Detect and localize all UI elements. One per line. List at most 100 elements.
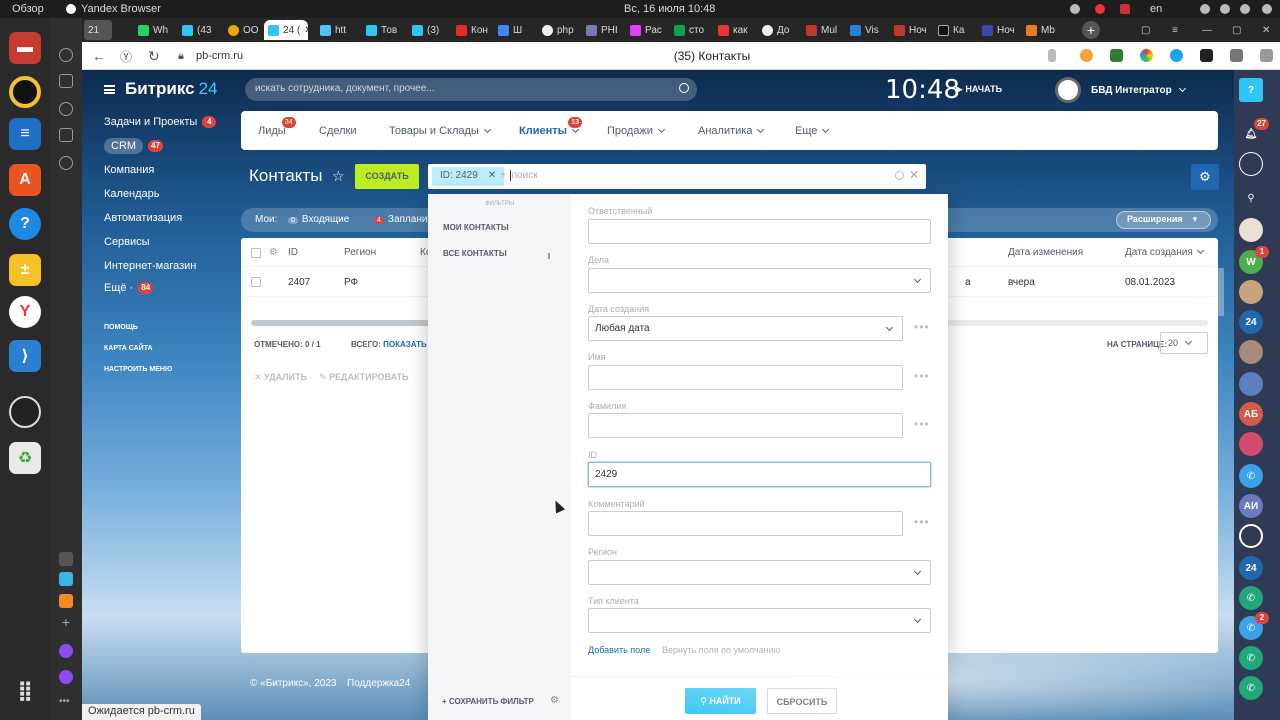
tray-yandex-icon[interactable] [1095, 3, 1105, 15]
lock-icon[interactable]: 🔒︎ [178, 50, 184, 63]
search-icon[interactable] [895, 171, 904, 180]
extension-icon-4[interactable] [1170, 49, 1183, 62]
field-comment[interactable] [588, 511, 903, 536]
software-center-icon[interactable]: A [9, 164, 41, 196]
user-menu[interactable]: БВД Интегратор [1055, 77, 1186, 103]
extension-icon-3[interactable] [1140, 49, 1153, 62]
extension-icon-6[interactable] [1230, 49, 1243, 62]
field-created-date-select[interactable]: Любая дата [588, 316, 903, 341]
messenger-icon[interactable] [1239, 152, 1263, 176]
field-first-name[interactable] [588, 365, 903, 390]
tab-leads[interactable]: Лиды 34 [258, 117, 296, 137]
help-link[interactable]: ПОМОЩЬ [104, 324, 138, 331]
left-menu-item-crm[interactable]: CRM 47 [104, 138, 163, 154]
preset-all-contacts[interactable]: ВСЕ КОНТАКТЫ [443, 249, 507, 258]
tray-language[interactable]: en [1150, 3, 1162, 15]
group-icon[interactable] [1239, 372, 1263, 396]
filter-search-input[interactable]: + поиск [500, 170, 538, 181]
browser-tab[interactable]: Рас [626, 20, 662, 40]
browser-tab[interactable]: PHI [582, 20, 618, 40]
counter-planned[interactable]: 4 Заплани [374, 214, 427, 225]
extensions-button[interactable]: Расширения ▾ [1116, 211, 1211, 229]
phone-icon[interactable]: ✆ [1239, 586, 1263, 610]
field-id[interactable]: 2429 [588, 462, 931, 487]
history-icon[interactable] [59, 48, 73, 62]
browser-tab[interactable]: Vis [846, 20, 882, 40]
sitemap-link[interactable]: КАРТА САЙТА [104, 345, 153, 352]
field-region-select[interactable] [588, 560, 931, 585]
create-button[interactable]: СОЗДАТЬ [355, 164, 419, 189]
reset-button[interactable]: СБРОСИТЬ [767, 688, 837, 714]
group-chat-avatar[interactable] [1239, 280, 1263, 304]
configure-menu-link[interactable]: НАСТРОИТЬ МЕНЮ [104, 366, 172, 373]
browser-tab[interactable]: (43 [178, 20, 218, 40]
reload-icon[interactable]: ↻ [148, 48, 160, 65]
preset-my-contacts[interactable]: МОИ КОНТАКТЫ [443, 223, 509, 232]
left-menu-item-company[interactable]: Компания [104, 164, 154, 176]
add-shortcut-icon[interactable]: + [59, 615, 73, 630]
app-1c-icon[interactable] [1239, 218, 1263, 242]
bitrix-logo[interactable]: Битрикс 24 [104, 79, 218, 99]
browser-tab[interactable]: Ноч [978, 20, 1014, 40]
tab-counter[interactable]: 21 [84, 20, 112, 40]
power-icon[interactable] [1262, 3, 1272, 15]
wifi-icon[interactable] [1200, 3, 1210, 15]
filter-chip[interactable]: ID: 2429 ✕ [432, 167, 505, 186]
browser-tab[interactable]: (3) [408, 20, 444, 40]
close-tab-icon[interactable]: ✕ [304, 25, 308, 36]
per-page-select[interactable]: 20 [1160, 332, 1208, 354]
browser-tab[interactable]: Ка [934, 20, 970, 40]
extension-icon-5[interactable] [1200, 49, 1213, 62]
whatsapp-icon[interactable]: W1 [1239, 246, 1269, 274]
counter-incoming[interactable]: 0 Входящие [288, 214, 349, 225]
gear-icon[interactable]: ⚙ [550, 695, 559, 706]
field-options-icon[interactable]: ••• [914, 515, 930, 529]
tab-analytics[interactable]: Аналитика [698, 125, 765, 137]
collections-icon[interactable] [59, 74, 73, 88]
browser-tab[interactable]: Mul [802, 20, 838, 40]
left-menu-item-calendar[interactable]: Календарь [104, 188, 160, 200]
app-shortcut-icon-2[interactable] [59, 594, 73, 608]
browser-tab[interactable]: До [758, 20, 794, 40]
yandex-home-icon[interactable]: Ⓨ [120, 48, 132, 65]
close-window-icon[interactable]: ✕ [1258, 20, 1272, 40]
left-menu-item-services[interactable]: Сервисы [104, 236, 150, 248]
field-activities-select[interactable] [588, 268, 931, 293]
browser-tab[interactable]: OO [224, 20, 260, 40]
phone-icon[interactable]: ✆ 2 [1239, 612, 1269, 640]
add-field-link[interactable]: Добавить поле [588, 645, 650, 655]
select-all-checkbox[interactable] [251, 248, 261, 258]
extension-icon-2[interactable] [1110, 49, 1123, 62]
url-field[interactable]: pb-crm.ru [196, 50, 243, 62]
browser-tab[interactable]: сто [670, 20, 706, 40]
left-menu-item-automation[interactable]: Автоматизация [104, 212, 182, 224]
settings-gear-button[interactable]: ⚙ [1191, 164, 1219, 190]
find-button[interactable]: ⚲ НАЙТИ [685, 688, 756, 714]
help-icon[interactable]: ? [1239, 78, 1263, 102]
rhythmbox-icon[interactable] [9, 76, 41, 108]
edit-action[interactable]: ✎ РЕДАКТИРОВАТЬ [319, 372, 409, 383]
reset-fields-link[interactable]: Вернуть поля по умолчанию [662, 645, 780, 655]
calc-icon[interactable]: ± [9, 254, 41, 286]
extension-icon-1[interactable] [1080, 49, 1093, 62]
field-options-icon[interactable]: ••• [914, 369, 930, 383]
browser-tab[interactable]: Ш [494, 20, 530, 40]
user-initials-avatar[interactable]: АИ [1239, 494, 1263, 518]
field-responsible[interactable] [588, 219, 931, 244]
bitrix24-icon[interactable]: 24 [1239, 556, 1263, 580]
field-last-name[interactable] [588, 413, 903, 438]
favorite-star-icon[interactable]: ☆ [332, 168, 345, 185]
browser-tab[interactable]: Ноч [890, 20, 926, 40]
tab-products[interactable]: Товары и Склады [389, 125, 491, 137]
more-icon[interactable]: ••• [59, 697, 73, 712]
tab-deals[interactable]: Сделки [319, 125, 357, 137]
media-icon[interactable] [59, 102, 73, 116]
phone-icon[interactable]: ✆ [1239, 676, 1263, 700]
left-menu-item-tasks[interactable]: Задачи и Проекты 4 [104, 116, 217, 128]
tray-icon-1[interactable] [1070, 3, 1080, 15]
field-options-icon[interactable]: ••• [914, 320, 930, 334]
remove-chip-icon[interactable]: ✕ [488, 170, 496, 181]
menu-icon[interactable]: ≡ [1168, 20, 1182, 40]
browser-tab[interactable]: Тов [362, 20, 398, 40]
browser-tab[interactable]: Mb [1022, 20, 1058, 40]
